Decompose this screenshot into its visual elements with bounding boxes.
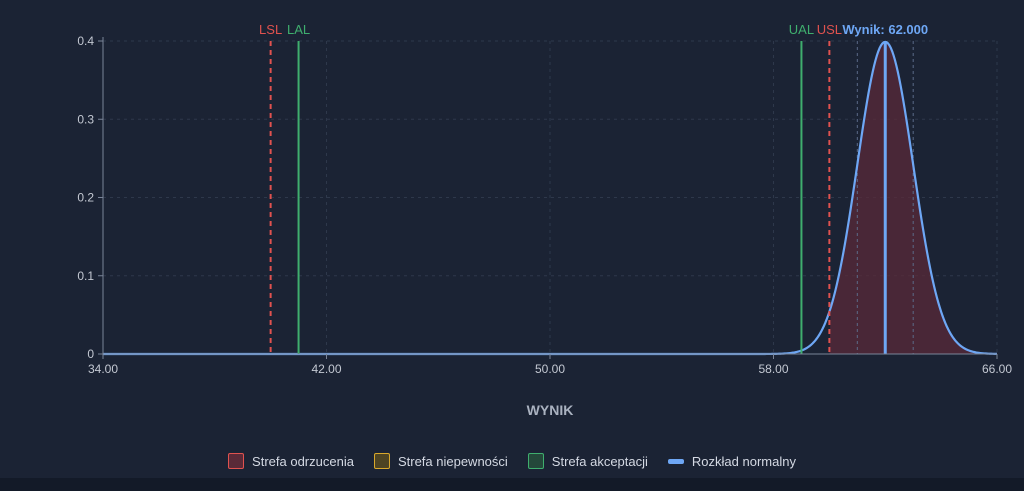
limit-label-ual: UAL bbox=[789, 22, 814, 37]
x-axis-title: WYNIK bbox=[527, 402, 574, 418]
x-tick-label: 42.00 bbox=[311, 362, 341, 376]
legend-label: Strefa niepewności bbox=[397, 453, 508, 469]
legend-item-reject-zone[interactable]: Strefa odrzucenia bbox=[228, 453, 354, 469]
legend: Strefa odrzucenia Strefa niepewności Str… bbox=[0, 447, 1024, 475]
legend-label: Strefa odrzucenia bbox=[252, 453, 354, 469]
legend-label: Strefa akceptacji bbox=[551, 453, 648, 469]
reject-zone-swatch bbox=[228, 453, 245, 469]
legend-label: Rozkład normalny bbox=[691, 453, 796, 469]
y-tick-label: 0 bbox=[87, 347, 94, 361]
normal-distribution-swatch bbox=[667, 458, 684, 464]
legend-item-normal-distribution[interactable]: Rozkład normalny bbox=[667, 453, 796, 469]
bottom-band bbox=[0, 478, 1024, 491]
limit-label-lsl: LSL bbox=[259, 22, 282, 37]
y-tick-label: 0.4 bbox=[77, 34, 94, 48]
y-tick-label: 0.2 bbox=[77, 191, 94, 205]
limit-label-usl: USL bbox=[817, 22, 842, 37]
legend-item-acceptance-zone[interactable]: Strefa akceptacji bbox=[527, 453, 648, 469]
limit-label-lal: LAL bbox=[287, 22, 310, 37]
x-tick-label: 34.00 bbox=[88, 362, 118, 376]
x-tick-label: 58.00 bbox=[758, 362, 788, 376]
x-tick-label: 66.00 bbox=[982, 362, 1012, 376]
chart: Wynik: 62.000 LSL LAL UAL USL 0 0.1 0.2 0.3 0.4… bbox=[77, 22, 1012, 418]
limits-layer: LSL LAL UAL USL bbox=[259, 22, 842, 354]
acceptance-zone-swatch bbox=[527, 453, 544, 469]
uncertainty-zone-swatch bbox=[373, 453, 390, 469]
legend-item-uncertainty-zone[interactable]: Strefa niepewności bbox=[373, 453, 508, 469]
result-label: Wynik: 62.000 bbox=[842, 22, 928, 37]
y-tick-label: 0.3 bbox=[77, 112, 94, 126]
y-tick-label: 0.1 bbox=[77, 269, 94, 283]
x-tick-label: 50.00 bbox=[535, 362, 565, 376]
